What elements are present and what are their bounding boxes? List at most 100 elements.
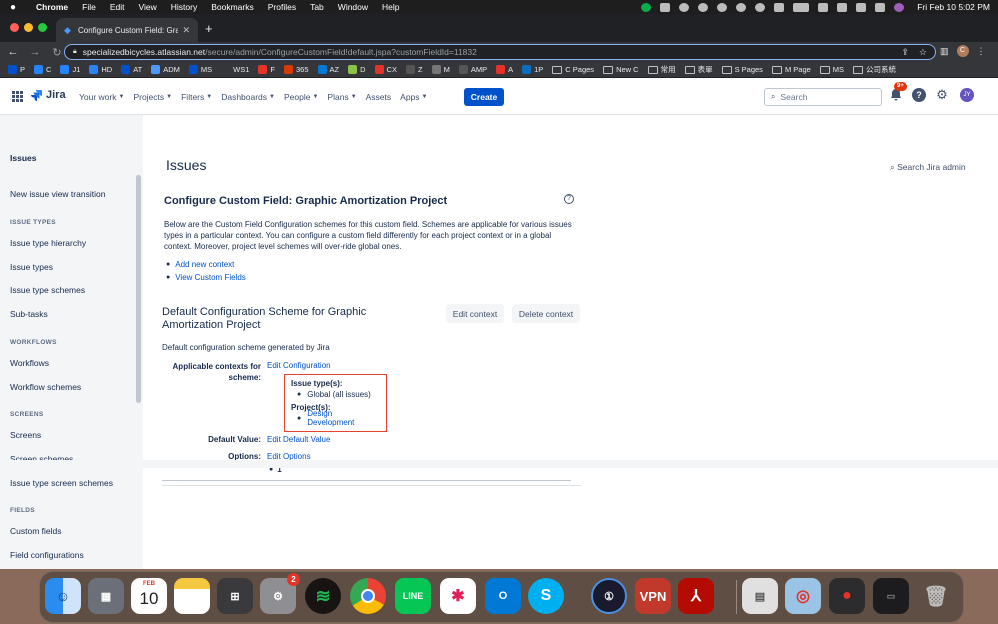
bookmark-item[interactable]: CX [374, 65, 397, 74]
launchpad-icon[interactable]: ▦ [88, 578, 124, 614]
sidebar-item-screens[interactable]: Screens [10, 430, 41, 440]
nav-dashboards[interactable]: Dashboards ▼ [221, 92, 275, 102]
sidebar-item-field-configurations[interactable]: Field configurations [10, 550, 84, 560]
sidebar-item-custom-fields[interactable]: Custom fields [10, 526, 62, 536]
add-new-context-link[interactable]: ● Add new context [166, 258, 246, 271]
bookmark-folder[interactable]: New C [603, 65, 639, 74]
jira-logo[interactable]: Jira [30, 89, 66, 101]
menu-profiles[interactable]: Profiles [268, 2, 296, 12]
outlook-icon[interactable]: O [485, 578, 521, 614]
sidebar-item-issue-type-hierarchy[interactable]: Issue type hierarchy [10, 238, 86, 248]
spotify-icon[interactable]: ≋ [305, 578, 341, 614]
bookmark-item[interactable]: AT [121, 65, 142, 74]
notification-app-icon[interactable]: ● [829, 578, 865, 614]
new-tab-button[interactable]: + [205, 21, 213, 36]
search-jira-admin-link[interactable]: ⌕ Search Jira admin [890, 162, 966, 173]
sidebar-item-issue-type-screen-schemes[interactable]: Issue type screen schemes [10, 478, 113, 488]
notes-icon[interactable] [174, 578, 210, 614]
user-avatar[interactable]: JY [960, 88, 974, 102]
horizontal-scrollbar[interactable] [0, 460, 998, 468]
support-lifebuoy-icon[interactable]: ◎ [785, 578, 821, 614]
recent-window-icon[interactable]: ▭ [873, 578, 909, 614]
minimize-window-button[interactable] [24, 23, 33, 32]
bookmark-item[interactable]: D [348, 65, 366, 74]
app-switcher-icon[interactable] [12, 91, 23, 102]
bookmark-folder[interactable]: M Page [771, 65, 811, 74]
menu-bookmarks[interactable]: Bookmarks [211, 2, 254, 12]
edit-context-button[interactable]: Edit context [446, 304, 504, 323]
bookmark-item[interactable]: Z [405, 65, 423, 74]
bookmark-item[interactable]: F [258, 65, 275, 74]
edit-configuration-link[interactable]: Edit Configuration [267, 361, 331, 370]
bookmark-folder[interactable]: 常用 [647, 64, 676, 75]
back-arrow-icon[interactable]: ← [2, 46, 24, 58]
search-input[interactable]: ⌕ Search [764, 88, 882, 106]
sidebar-item-workflows[interactable]: Workflows [10, 358, 49, 368]
menu-tab[interactable]: Tab [310, 2, 324, 12]
nav-projects[interactable]: Projects ▼ [133, 92, 172, 102]
bookmark-item[interactable]: MS [188, 65, 212, 74]
bookmark-item[interactable]: M [431, 65, 450, 74]
battery-icon[interactable] [793, 2, 810, 12]
bookmark-folder[interactable]: 表單 [684, 64, 713, 75]
address-bar[interactable]: 🔒︎ specializedbicycles.atlassian.net /se… [64, 44, 936, 60]
forward-arrow-icon[interactable]: → [24, 46, 46, 58]
bookmark-item[interactable]: WS1 [221, 65, 249, 74]
trash-icon[interactable]: 🗑︎ [918, 578, 954, 614]
browser-tab-active[interactable]: ◆ Configure Custom Field: Graphi ✕ [56, 18, 198, 42]
status-app-icon[interactable] [717, 2, 728, 12]
bookmark-folder[interactable]: C Pages [552, 65, 594, 74]
bookmark-folder[interactable]: MS [819, 65, 844, 74]
profile-avatar[interactable]: C [956, 45, 969, 57]
bookmark-item[interactable]: C [34, 65, 51, 74]
help-icon[interactable]: ? [912, 88, 926, 102]
bookmark-star-icon[interactable]: ☆ [919, 47, 927, 58]
bookmark-item[interactable]: J1 [60, 65, 80, 74]
status-app-icon[interactable] [679, 2, 690, 12]
chrome-icon[interactable] [350, 578, 386, 614]
apple-menu-icon[interactable]: ● [10, 2, 20, 13]
finder-icon[interactable]: ☺ [45, 578, 81, 614]
siri-icon[interactable] [894, 2, 905, 12]
menu-view[interactable]: View [138, 2, 156, 12]
sidebar-scrollbar[interactable] [136, 175, 141, 403]
menu-chrome[interactable]: Chrome [36, 2, 68, 12]
sidebar-toggle-icon[interactable]: ▥ [940, 46, 949, 57]
search-spotlight-icon[interactable] [856, 2, 867, 12]
control-center-icon[interactable] [875, 2, 886, 12]
skype-icon[interactable]: S [528, 578, 564, 614]
sidebar-item-new-issue-view-transition[interactable]: New issue view transition [10, 189, 105, 199]
create-button[interactable]: Create [464, 88, 504, 106]
line-app-icon[interactable]: LINE [395, 578, 431, 614]
settings-gear-icon[interactable]: ⚙ [935, 88, 949, 102]
calculator-icon[interactable]: ⊞ [217, 578, 253, 614]
nav-plans[interactable]: Plans ▼ [327, 92, 356, 102]
bookmark-item[interactable]: 365 [284, 65, 309, 74]
line-status-icon[interactable] [641, 2, 652, 12]
menu-window[interactable]: Window [338, 2, 368, 12]
bookmark-item[interactable]: AMP [458, 65, 487, 74]
tab-close-icon[interactable]: ✕ [182, 25, 190, 36]
bookmark-item[interactable]: 1P [522, 65, 543, 74]
sidebar-item-sub-tasks[interactable]: Sub-tasks [10, 309, 48, 319]
nav-apps[interactable]: Apps ▼ [400, 92, 427, 102]
menu-help[interactable]: Help [382, 2, 399, 12]
status-app-icon[interactable] [755, 2, 766, 12]
maximize-window-button[interactable] [38, 23, 47, 32]
system-settings-icon[interactable]: ⚙ 2 [260, 573, 300, 614]
status-app-icon[interactable] [736, 2, 747, 12]
bookmark-item[interactable]: A [496, 65, 513, 74]
status-app-icon[interactable] [660, 2, 671, 12]
view-custom-fields-link[interactable]: ● View Custom Fields [166, 271, 246, 284]
bookmark-folder[interactable]: 公司系統 [853, 64, 896, 75]
printer-icon[interactable]: ▤ [742, 578, 778, 614]
bookmark-item[interactable]: ADM [151, 65, 180, 74]
help-circle-icon[interactable]: ? [564, 194, 574, 204]
status-app-icon[interactable] [698, 2, 709, 12]
menu-file[interactable]: File [82, 2, 96, 12]
bookmark-item[interactable]: P [8, 65, 25, 74]
nav-filters[interactable]: Filters ▼ [181, 92, 212, 102]
notifications-bell-icon[interactable]: 9+ [890, 82, 907, 102]
bookmark-folder[interactable]: S Pages [721, 65, 763, 74]
bookmark-item[interactable]: HD [89, 65, 112, 74]
